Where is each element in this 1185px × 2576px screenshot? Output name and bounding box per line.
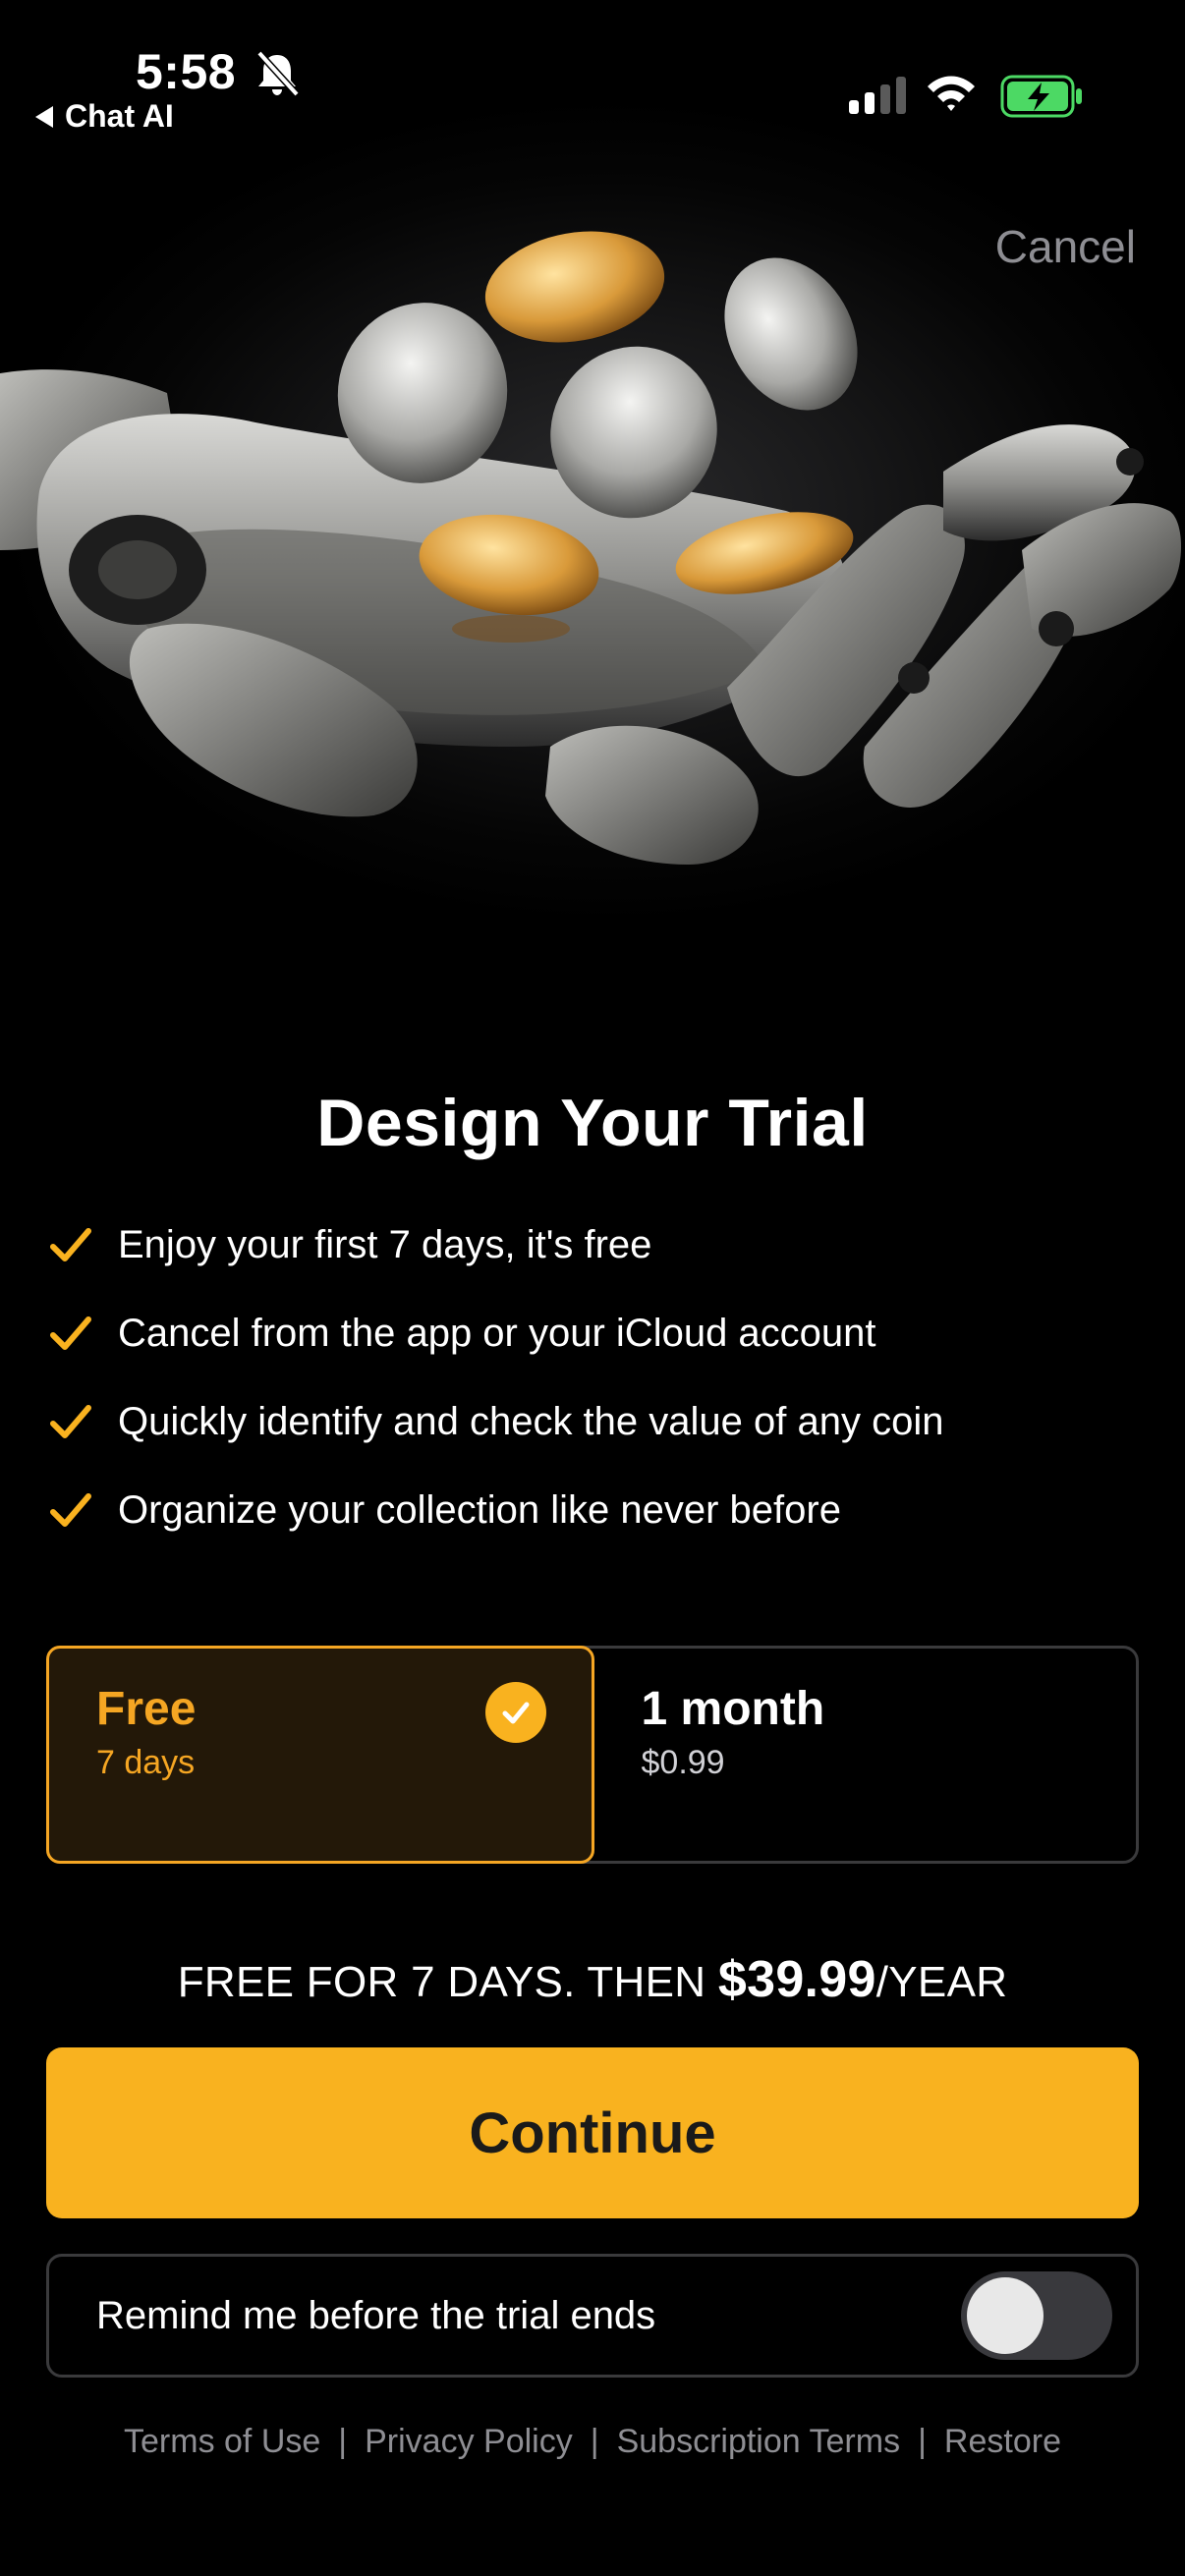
plan-selector: Free 7 days 1 month $0.99 bbox=[46, 1646, 1139, 1864]
feature-text: Quickly identify and check the value of … bbox=[118, 1399, 944, 1443]
plan-option-1-month[interactable]: 1 month $0.99 bbox=[594, 1649, 1137, 1861]
footer-links: Terms of Use | Privacy Policy | Subscrip… bbox=[0, 2423, 1185, 2461]
footer-separator: | bbox=[338, 2423, 348, 2460]
paywall-screen: 5:58 Chat AI Cancel Design Your Trial En… bbox=[0, 0, 1185, 2576]
robot-hand-coins-illustration bbox=[0, 231, 1181, 865]
footer-separator: | bbox=[590, 2423, 599, 2460]
battery-charging-icon bbox=[1000, 75, 1082, 118]
back-to-app-button[interactable]: Chat AI bbox=[35, 98, 174, 135]
cellular-signal-icon bbox=[849, 77, 906, 114]
plan-name: Free bbox=[96, 1683, 197, 1735]
checkmark-icon bbox=[50, 1493, 91, 1527]
feature-item: Organize your collection like never befo… bbox=[47, 1466, 1148, 1554]
status-time: 5:58 bbox=[136, 44, 237, 99]
terms-of-use-link[interactable]: Terms of Use bbox=[124, 2423, 320, 2461]
feature-text: Organize your collection like never befo… bbox=[118, 1487, 841, 1532]
checkmark-icon bbox=[50, 1316, 91, 1350]
price-summary: FREE FOR 7 DAYS. THEN $39.99/YEAR bbox=[0, 1950, 1185, 2009]
remind-label: Remind me before the trial ends bbox=[96, 2293, 656, 2337]
yearly-price: $39.99 bbox=[717, 1951, 876, 2008]
subscription-terms-link[interactable]: Subscription Terms bbox=[617, 2423, 901, 2461]
checkmark-icon bbox=[50, 1405, 91, 1438]
plan-price: $0.99 bbox=[641, 1744, 725, 1781]
plan-name: 1 month bbox=[641, 1683, 825, 1735]
feature-text: Enjoy your first 7 days, it's free bbox=[118, 1222, 652, 1266]
remind-toggle[interactable] bbox=[961, 2271, 1112, 2360]
restore-link[interactable]: Restore bbox=[944, 2423, 1061, 2461]
selected-check-icon bbox=[484, 1682, 546, 1743]
hero-image bbox=[0, 0, 1185, 992]
privacy-policy-link[interactable]: Privacy Policy bbox=[365, 2423, 573, 2461]
bell-slash-icon bbox=[256, 50, 300, 97]
toggle-knob bbox=[967, 2277, 1044, 2354]
feature-list: Enjoy your first 7 days, it's free Cance… bbox=[47, 1201, 1148, 1554]
cancel-button[interactable]: Cancel bbox=[995, 220, 1136, 273]
back-app-label: Chat AI bbox=[65, 98, 174, 134]
footer-separator: | bbox=[918, 2423, 927, 2460]
page-title: Design Your Trial bbox=[316, 1086, 869, 1160]
plan-duration: 7 days bbox=[96, 1744, 196, 1781]
feature-item: Quickly identify and check the value of … bbox=[47, 1377, 1148, 1466]
feature-item: Cancel from the app or your iCloud accou… bbox=[47, 1289, 1148, 1377]
feature-item: Enjoy your first 7 days, it's free bbox=[47, 1201, 1148, 1289]
checkmark-icon bbox=[50, 1228, 91, 1261]
remind-toggle-row: Remind me before the trial ends bbox=[46, 2254, 1139, 2378]
wifi-icon bbox=[928, 76, 975, 111]
back-triangle-icon bbox=[35, 105, 53, 128]
feature-text: Cancel from the app or your iCloud accou… bbox=[118, 1311, 876, 1355]
continue-button[interactable]: Continue bbox=[46, 2047, 1139, 2218]
price-prefix: FREE FOR 7 DAYS. THEN bbox=[177, 1958, 718, 2006]
plan-option-free[interactable]: Free 7 days bbox=[46, 1646, 594, 1864]
price-suffix: /YEAR bbox=[875, 1958, 1008, 2006]
